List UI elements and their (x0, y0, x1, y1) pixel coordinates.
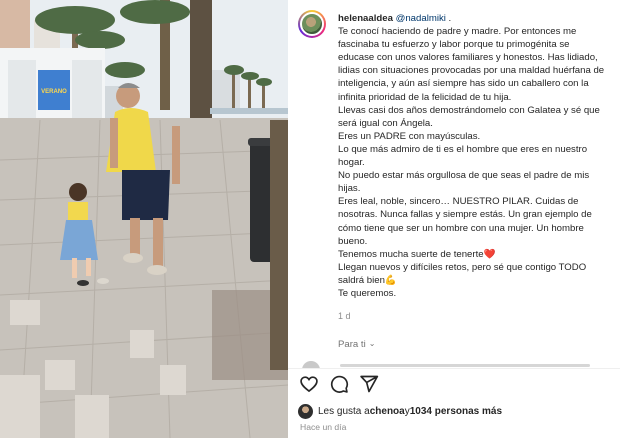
post-photo[interactable]: VERANO (0, 0, 288, 438)
caption-line: Te queremos. (338, 287, 397, 299)
posted-time: Hace un día (300, 422, 347, 432)
beach-promenade-photo: VERANO (0, 0, 288, 438)
caption-line: saldrá bien💪 (338, 274, 397, 286)
caption-line: hogar. (338, 157, 365, 169)
section-divider (288, 368, 620, 369)
post-time-ago: 1 d (338, 311, 351, 321)
heart-icon (300, 376, 318, 393)
liker-username[interactable]: chenoa (370, 406, 405, 417)
liker-avatar (298, 403, 313, 419)
caption-line: hijas. (338, 183, 361, 195)
caption-line: educase con unos valores familiares y ho… (338, 52, 598, 64)
caption-line: Lo que más admiro de ti es el hombre que… (338, 143, 588, 155)
caption-line: infinita prioridad de la felicidad de tu… (338, 91, 512, 103)
author-username[interactable]: helenaaldea (338, 13, 393, 24)
caption-line: fascinaba tu esfuerzo y labor porque tu … (338, 39, 570, 51)
caption-line: será igual con Ángela. (338, 117, 433, 129)
comment-button[interactable] (328, 373, 350, 395)
post-panel: helenaaldea @nadalmiki . Te conocí hacie… (288, 0, 620, 438)
commenter-avatar (302, 361, 320, 368)
chevron-down-icon: ⌄ (368, 339, 376, 348)
comment-row-partial (300, 358, 618, 368)
caption-line: inteligencia, y aún así siempre has sido… (338, 78, 589, 90)
likes-summary[interactable]: Les gusta a chenoa y 1034 personas más (298, 403, 502, 419)
paper-plane-icon (360, 375, 379, 393)
caption-line: nosotras. Nunca fallas y siempre estás. … (338, 209, 592, 221)
author-avatar[interactable] (298, 10, 326, 38)
caption-line: Te conocí haciendo de padre y madre. Por… (338, 26, 577, 38)
caption-line: bueno. (338, 235, 368, 247)
caption-line: Eres un PADRE con mayúsculas. (338, 130, 481, 142)
caption-line: Eres leal, noble, sincero… NUESTRO PILAR… (338, 196, 579, 208)
caption-line: Tenemos mucha suerte de tenerte❤️ (338, 248, 496, 260)
caption-line: No puedo estar más orgullosa de que seas… (338, 170, 590, 182)
see-translation-label: Para ti (338, 339, 366, 350)
caption-line: lidias con situaciones provocadas por un… (338, 65, 605, 77)
mention-link[interactable]: @nadalmiki (396, 13, 446, 24)
post-actions (298, 373, 380, 395)
post-caption: helenaaldea @nadalmiki . Te conocí hacie… (338, 12, 620, 300)
caption-line: Llegan nuevos y difíciles retos, pero sé… (338, 261, 587, 273)
avatar-image (300, 12, 324, 36)
see-translation-link[interactable]: Para ti ⌄ (338, 339, 375, 350)
comment-text-partial (340, 364, 590, 367)
caption-line: cómo tiene que ser un hombre con una muj… (338, 222, 584, 234)
likes-prefix: Les gusta a (318, 405, 370, 417)
share-button[interactable] (358, 373, 380, 395)
comment-icon (330, 375, 349, 393)
mention-suffix: . (445, 13, 452, 24)
likes-count[interactable]: 1034 personas más (410, 406, 502, 417)
like-button[interactable] (298, 373, 320, 395)
caption-line: Llevas casi dos años demostrándomelo con… (338, 104, 600, 116)
kiosk-sign: VERANO (41, 89, 67, 95)
